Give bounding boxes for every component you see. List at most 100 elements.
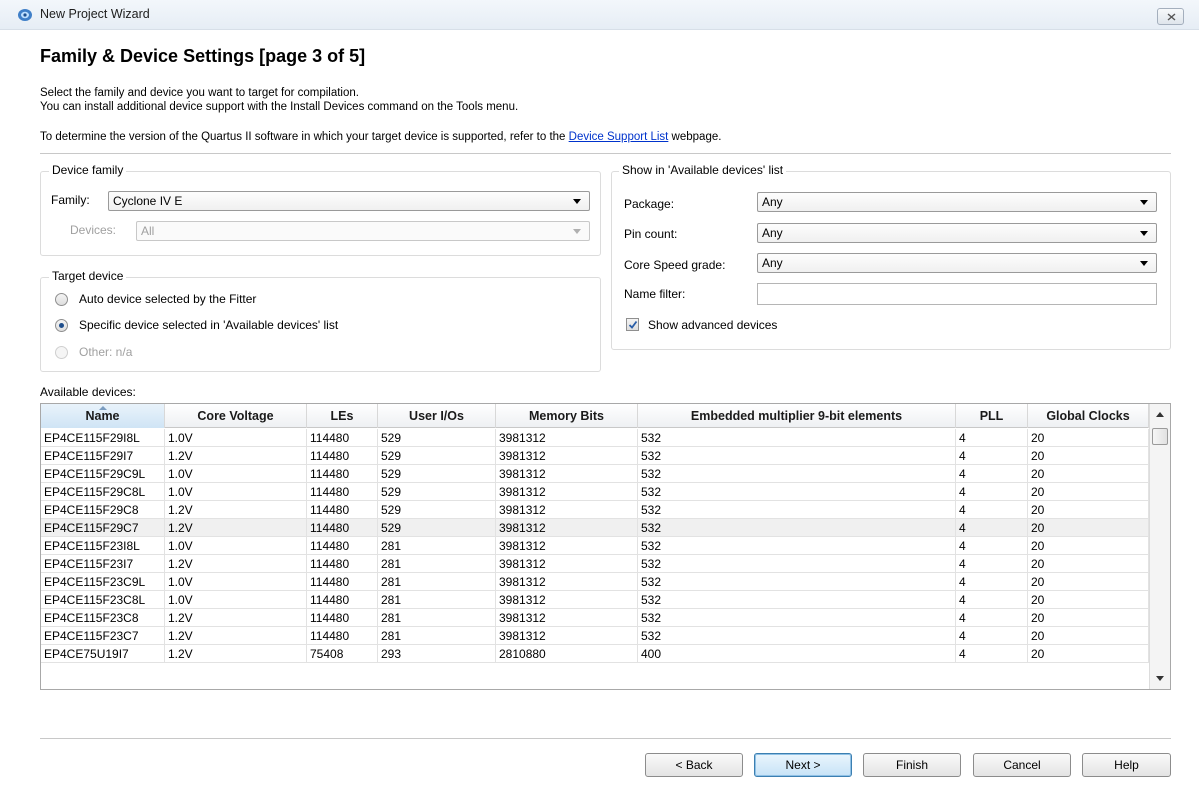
family-select[interactable]: Cyclone IV E [108,191,590,211]
cell-core-voltage: 1.0V [165,573,307,591]
cell-embedded-multipliers: 532 [638,627,956,645]
chevron-down-icon [1140,231,1148,236]
cell-memory-bits: 3981312 [496,573,638,591]
vertical-scrollbar[interactable] [1149,404,1170,689]
window-title: New Project Wizard [40,7,150,21]
table-row[interactable]: EP4CE115F29C7 1.2V 114480 529 3981312 532 4 20 [41,519,1149,537]
cell-user-ios: 529 [378,483,496,501]
show-advanced-checkbox[interactable] [626,318,639,331]
radio-auto-device-label[interactable]: Auto device selected by the Fitter [79,292,256,306]
column-header-les[interactable]: LEs [307,404,378,428]
cell-core-voltage: 1.2V [165,501,307,519]
cell-embedded-multipliers: 532 [638,519,956,537]
table-row[interactable]: EP4CE115F23C9L 1.0V 114480 281 3981312 532 4 20 [41,573,1149,591]
cell-global-clocks: 20 [1028,555,1149,573]
cell-memory-bits: 3981312 [496,555,638,573]
cell-embedded-multipliers: 532 [638,537,956,555]
cell-core-voltage: 1.2V [165,645,307,663]
table-row[interactable]: EP4CE115F29C8 1.2V 114480 529 3981312 532 4 20 [41,501,1149,519]
cell-global-clocks: 20 [1028,483,1149,501]
cell-memory-bits: 3981312 [496,429,638,447]
available-devices-label: Available devices: [40,385,136,399]
device-support-list-link[interactable]: Device Support List [569,131,669,143]
cell-name: EP4CE115F29C8L [41,483,165,501]
cell-les: 114480 [307,501,378,519]
sort-ascending-icon [98,406,107,410]
finish-button[interactable]: Finish [863,753,961,777]
cell-global-clocks: 20 [1028,429,1149,447]
package-label: Package: [624,197,675,211]
scroll-up-icon[interactable] [1156,412,1164,417]
cell-pll: 4 [956,537,1028,555]
cancel-button[interactable]: Cancel [973,753,1071,777]
cell-core-voltage: 1.0V [165,429,307,447]
cell-embedded-multipliers: 532 [638,555,956,573]
cell-les: 114480 [307,609,378,627]
cell-global-clocks: 20 [1028,645,1149,663]
help-button[interactable]: Help [1082,753,1171,777]
cell-name: EP4CE115F23I7 [41,555,165,573]
table-row[interactable]: EP4CE75U19I7 1.2V 75408 293 2810880 400 4 20 [41,645,1149,663]
cell-embedded-multipliers: 532 [638,501,956,519]
cell-name: EP4CE115F23C9L [41,573,165,591]
quartus-app-icon [17,8,33,22]
table-row[interactable]: EP4CE115F23C7 1.2V 114480 281 3981312 532 4 20 [41,627,1149,645]
cell-memory-bits: 3981312 [496,627,638,645]
table-row[interactable]: EP4CE115F29I8L 1.0V 114480 529 3981312 532 4 20 [41,429,1149,447]
table-row[interactable]: EP4CE115F23C8L 1.0V 114480 281 3981312 532 4 20 [41,591,1149,609]
column-header-global-clocks[interactable]: Global Clocks [1028,404,1149,428]
available-devices-table[interactable]: Name Core Voltage LEs User I/Os Memory Bits E… [40,403,1171,690]
back-button[interactable]: < Back [645,753,743,777]
scroll-thumb[interactable] [1152,428,1168,445]
cell-pll: 4 [956,447,1028,465]
column-header-user-ios[interactable]: User I/Os [378,404,496,428]
cell-embedded-multipliers: 532 [638,447,956,465]
close-button[interactable] [1157,8,1184,25]
radio-other-device[interactable] [55,346,68,359]
table-row[interactable]: EP4CE115F29I7 1.2V 114480 529 3981312 532 4 20 [41,447,1149,465]
table-row[interactable]: EP4CE115F23C8 1.2V 114480 281 3981312 532 4 20 [41,609,1149,627]
cell-les: 114480 [307,537,378,555]
chevron-down-icon [1140,200,1148,205]
name-filter-input[interactable] [757,283,1157,305]
radio-other-device-label: Other: n/a [79,345,133,359]
radio-specific-device[interactable] [55,319,68,332]
show-advanced-label[interactable]: Show advanced devices [648,318,777,332]
chevron-down-icon [1140,261,1148,266]
cell-embedded-multipliers: 400 [638,645,956,663]
table-row[interactable]: EP4CE115F23I7 1.2V 114480 281 3981312 532 4 20 [41,555,1149,573]
devices-select[interactable]: All [136,221,590,241]
column-header-pll[interactable]: PLL [956,404,1028,428]
cell-memory-bits: 3981312 [496,501,638,519]
column-header-embedded-multipliers[interactable]: Embedded multiplier 9-bit elements [638,404,956,428]
cell-user-ios: 281 [378,555,496,573]
table-row[interactable]: EP4CE115F29C9L 1.0V 114480 529 3981312 532 4 20 [41,465,1149,483]
package-select[interactable]: Any [757,192,1157,212]
cell-core-voltage: 1.2V [165,627,307,645]
dialog-body: Family & Device Settings [page 3 of 5] S… [0,30,1199,791]
cell-les: 114480 [307,465,378,483]
cell-global-clocks: 20 [1028,537,1149,555]
next-button[interactable]: Next > [754,753,852,777]
pin-count-select[interactable]: Any [757,223,1157,243]
scroll-down-icon[interactable] [1156,676,1164,681]
cell-global-clocks: 20 [1028,465,1149,483]
cell-les: 114480 [307,591,378,609]
column-header-name[interactable]: Name [41,404,165,428]
table-row[interactable]: EP4CE115F29C8L 1.0V 114480 529 3981312 532 4 20 [41,483,1149,501]
cell-pll: 4 [956,519,1028,537]
cell-memory-bits: 2810880 [496,645,638,663]
column-header-core-voltage[interactable]: Core Voltage [165,404,307,428]
radio-auto-device[interactable] [55,293,68,306]
table-row[interactable]: EP4CE115F23I8L 1.0V 114480 281 3981312 532 4 20 [41,537,1149,555]
cell-global-clocks: 20 [1028,501,1149,519]
column-header-memory-bits[interactable]: Memory Bits [496,404,638,428]
separator-top [40,153,1171,154]
radio-specific-device-label[interactable]: Specific device selected in 'Available d… [79,318,338,332]
name-filter-label: Name filter: [624,287,686,301]
speed-grade-select[interactable]: Any [757,253,1157,273]
cell-core-voltage: 1.2V [165,555,307,573]
cell-name: EP4CE75U19I7 [41,645,165,663]
separator-bottom [40,738,1171,739]
cell-embedded-multipliers: 532 [638,465,956,483]
